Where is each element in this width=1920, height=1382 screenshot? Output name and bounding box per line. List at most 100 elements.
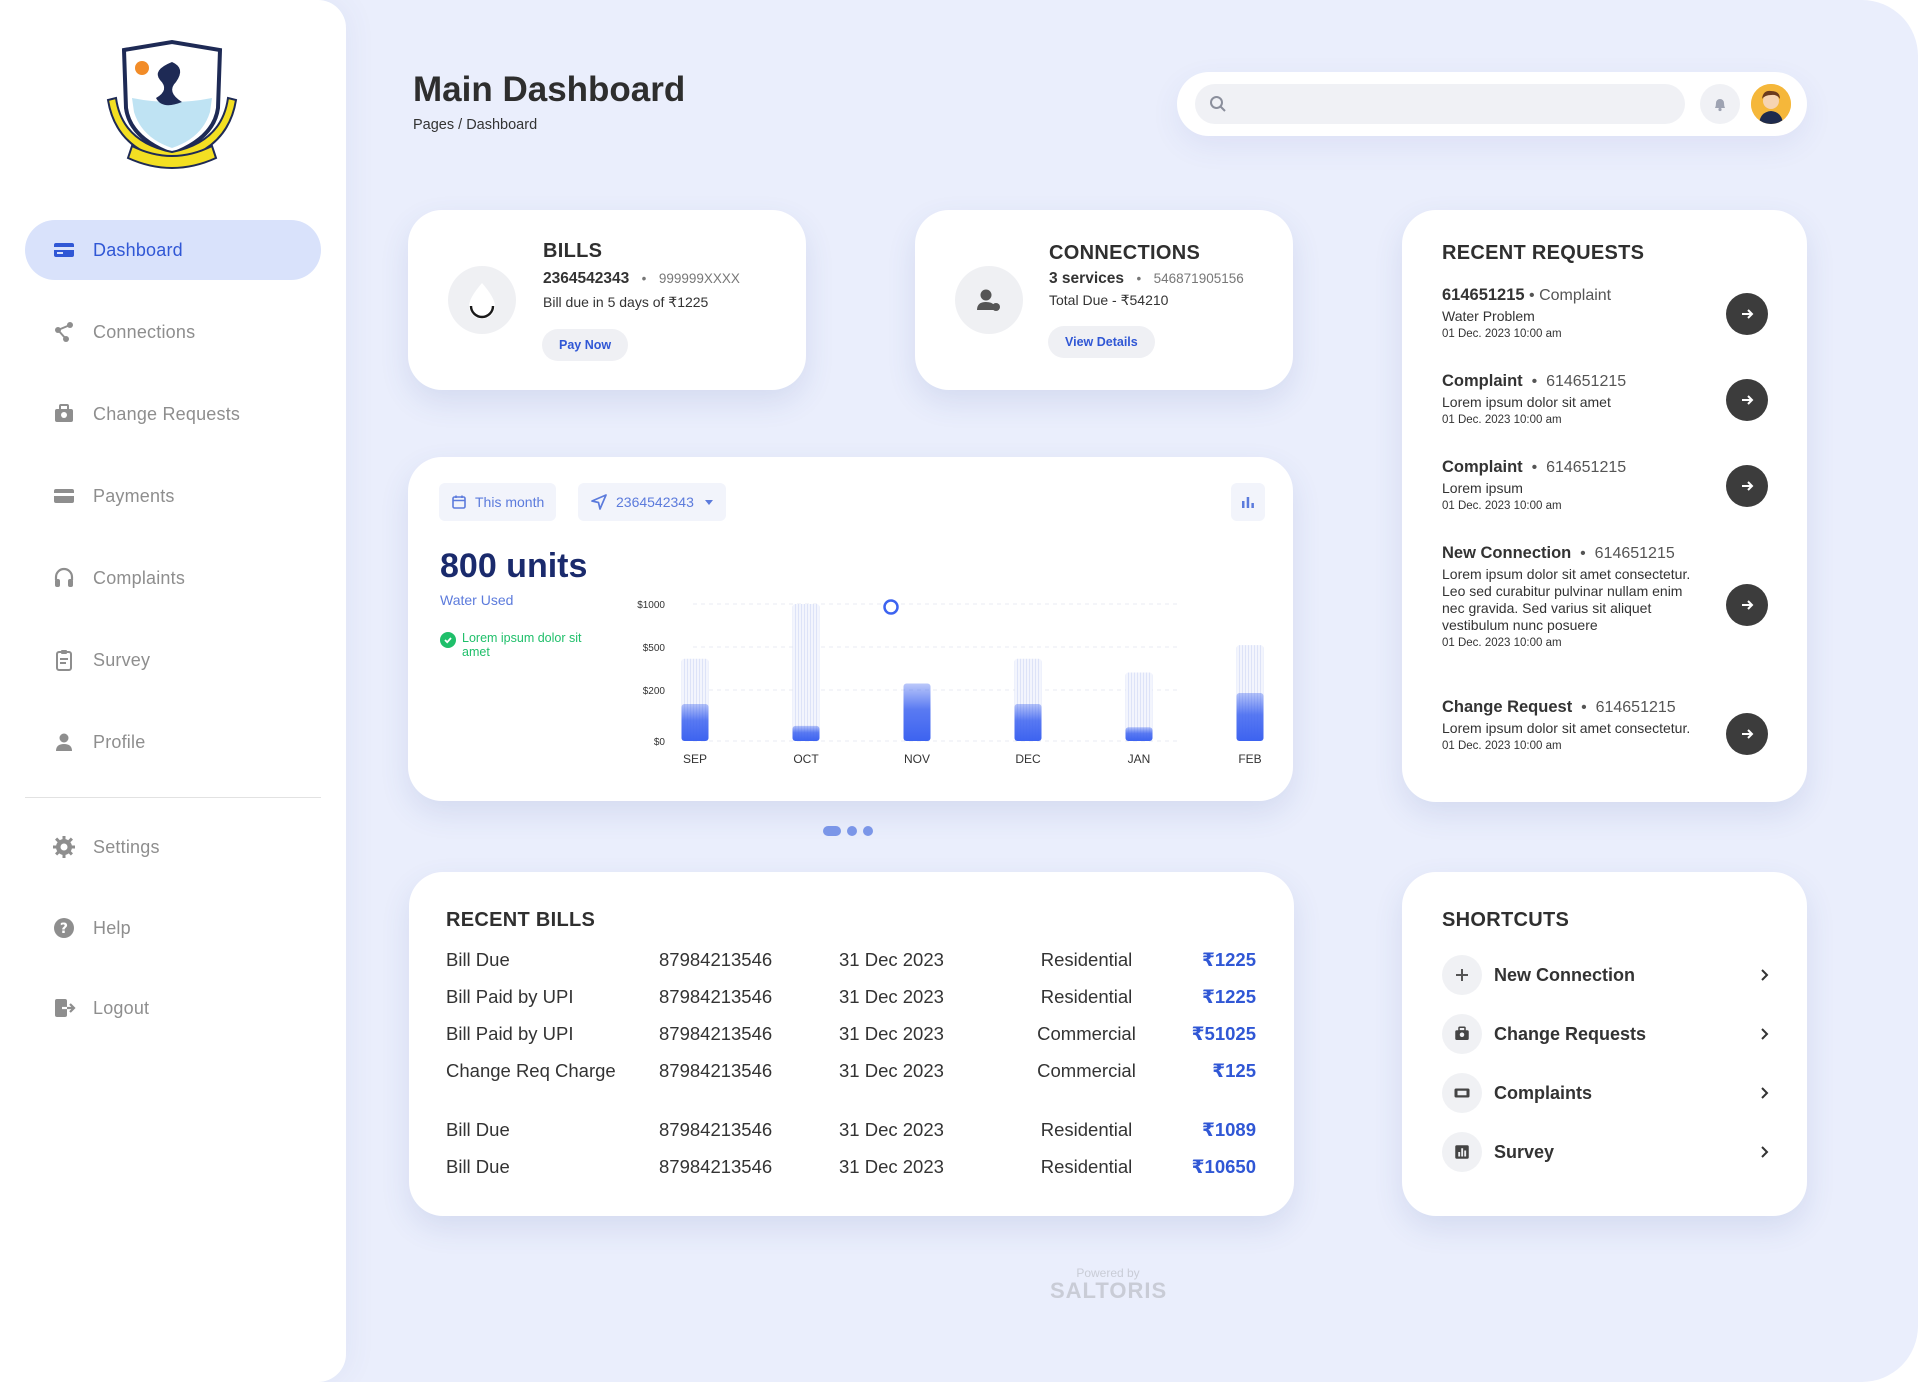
- payment-card-icon: [51, 483, 77, 509]
- pager-dot[interactable]: [863, 826, 873, 836]
- request-id: Complaint: [1539, 287, 1612, 304]
- table-row[interactable]: Bill Due 87984213546 31 Dec 2023 Residentia…: [446, 1156, 1256, 1193]
- sidebar-item-survey[interactable]: Survey: [25, 630, 321, 690]
- request-heading: 614651215 • Complaint: [1442, 286, 1772, 305]
- request-id: 614651215: [1546, 373, 1627, 390]
- open-request-button[interactable]: [1726, 293, 1768, 335]
- request-id: 614651215: [1546, 459, 1627, 476]
- carousel-pager[interactable]: [823, 826, 873, 836]
- sidebar-item-payments[interactable]: Payments: [25, 466, 321, 526]
- bill-account: 87984213546: [659, 1023, 773, 1044]
- recent-bills-table: Bill Due 87984213546 31 Dec 2023 Residentia…: [446, 949, 1256, 1193]
- request-type: Complaint: [1442, 372, 1523, 390]
- request-item: Change Request • 614651215 Lorem ipsum d…: [1442, 698, 1772, 752]
- connections-title: CONNECTIONS: [1049, 242, 1201, 264]
- bell-icon: [1715, 99, 1725, 112]
- y-tick-label: $200: [643, 686, 666, 697]
- bar-dec[interactable]: [1014, 704, 1042, 741]
- sidebar-item-label: Survey: [93, 649, 151, 670]
- bar-jan[interactable]: [1125, 727, 1153, 741]
- pager-dot-active[interactable]: [823, 826, 841, 836]
- sidebar-item-profile[interactable]: Profile: [25, 712, 321, 772]
- view-details-button[interactable]: View Details: [1048, 326, 1155, 358]
- open-request-button[interactable]: [1726, 713, 1768, 755]
- breadcrumb: Pages / Dashboard: [413, 117, 538, 133]
- request-body: Lorem ipsum dolor sit amet: [1442, 394, 1611, 410]
- shortcut-new-connection[interactable]: New Connection: [1442, 953, 1772, 997]
- bill-account: 87984213546: [659, 986, 773, 1007]
- avatar[interactable]: [1751, 84, 1791, 124]
- bill-number: 2364542343: [543, 270, 630, 287]
- search-input[interactable]: [1195, 84, 1685, 124]
- table-row[interactable]: Bill Due 87984213546 31 Dec 2023 Residentia…: [446, 949, 1256, 986]
- bill-date: 31 Dec 2023: [839, 1119, 944, 1140]
- table-row[interactable]: Bill Due 87984213546 31 Dec 2023 Residentia…: [446, 1119, 1256, 1156]
- user-connection-icon: [955, 266, 1023, 334]
- sidebar-item-label: Payments: [93, 485, 175, 506]
- bill-date: 31 Dec 2023: [839, 1023, 944, 1044]
- request-heading: New Connection • 614651215: [1442, 544, 1772, 563]
- logout-icon: [51, 995, 77, 1021]
- shortcut-label: Change Requests: [1494, 1023, 1647, 1044]
- usage-bar-chart: $1000 $500 $200 $0 SEP OCT NOV DEC JAN FEB: [637, 599, 1264, 766]
- sidebar-item-help[interactable]: ? Help: [25, 898, 321, 958]
- separator-dot: •: [1522, 373, 1547, 390]
- shortcut-change-requests[interactable]: Change Requests: [1442, 1012, 1772, 1056]
- sidebar-item-dashboard[interactable]: Dashboard: [25, 220, 321, 280]
- chevron-right-icon: [1761, 1087, 1769, 1099]
- request-type: Complaint: [1442, 458, 1523, 476]
- y-tick-label: $1000: [637, 600, 665, 611]
- x-tick-label: JAN: [1128, 752, 1151, 766]
- water-drop-icon: [448, 266, 516, 334]
- pager-dot[interactable]: [847, 826, 857, 836]
- sidebar-item-label: Settings: [93, 836, 160, 857]
- separator-dot: •: [1522, 459, 1547, 476]
- table-row[interactable]: Change Req Charge 87984213546 31 Dec 2023 C…: [446, 1060, 1256, 1119]
- arrow-right-icon: [1742, 395, 1754, 405]
- shortcut-survey[interactable]: Survey: [1442, 1130, 1772, 1174]
- request-type: New Connection: [1442, 544, 1572, 562]
- bill-amount: ₹1089: [1201, 1119, 1256, 1140]
- arrow-right-icon: [1742, 729, 1754, 739]
- sidebar-item-label: Change Requests: [93, 403, 241, 424]
- gear-icon: [51, 834, 77, 860]
- request-item: Complaint • 614651215 Lorem ipsum dolor …: [1442, 372, 1772, 426]
- pay-now-button[interactable]: Pay Now: [542, 329, 629, 361]
- sidebar-item-settings[interactable]: Settings: [25, 817, 321, 877]
- svg-text:?: ?: [60, 921, 68, 937]
- bar-sep[interactable]: [681, 704, 709, 741]
- request-heading: Complaint • 614651215: [1442, 372, 1772, 391]
- ticket-icon: [1442, 1073, 1482, 1113]
- request-date: 01 Dec. 2023 10:00 am: [1442, 740, 1562, 752]
- bill-amount: ₹1225: [1201, 949, 1256, 970]
- bill-category: Commercial: [1037, 1023, 1136, 1044]
- search-icon: [1210, 96, 1226, 112]
- sidebar-item-connections[interactable]: Connections: [25, 302, 321, 362]
- request-item: Complaint • 614651215 Lorem ipsum 01 Dec…: [1442, 458, 1772, 512]
- table-row[interactable]: Bill Paid by UPI 87984213546 31 Dec 2023 Re…: [446, 986, 1256, 1023]
- open-request-button[interactable]: [1726, 379, 1768, 421]
- bar-nov[interactable]: [903, 683, 931, 741]
- bar-feb[interactable]: [1236, 693, 1264, 741]
- bill-amount: ₹10650: [1191, 1156, 1256, 1177]
- bar-oct[interactable]: [792, 725, 820, 741]
- request-type: Change Request: [1442, 698, 1573, 716]
- arrow-right-icon: [1742, 481, 1754, 491]
- bill-category: Residential: [1040, 1119, 1133, 1140]
- open-request-button[interactable]: [1726, 465, 1768, 507]
- shortcut-complaints[interactable]: Complaints: [1442, 1071, 1772, 1115]
- separator-dot: •: [1524, 287, 1540, 304]
- notification-button[interactable]: [1700, 84, 1740, 124]
- background-bar: [792, 604, 820, 741]
- sidebar-item-change-requests[interactable]: Change Requests: [25, 384, 321, 444]
- sidebar-item-logout[interactable]: Logout: [25, 978, 321, 1038]
- person-icon: [51, 729, 77, 755]
- y-tick-label: $500: [643, 643, 666, 654]
- connection-icon: [51, 319, 77, 345]
- open-request-button[interactable]: [1726, 584, 1768, 626]
- bill-category: Commercial: [1037, 1060, 1136, 1081]
- shortcuts-title: SHORTCUTS: [1442, 909, 1570, 931]
- table-row[interactable]: Bill Paid by UPI 87984213546 31 Dec 2023 Co…: [446, 1023, 1256, 1060]
- sidebar-item-complaints[interactable]: Complaints: [25, 548, 321, 608]
- request-date: 01 Dec. 2023 10:00 am: [1442, 328, 1562, 340]
